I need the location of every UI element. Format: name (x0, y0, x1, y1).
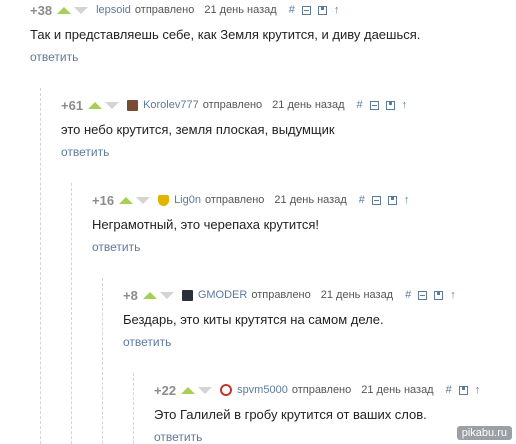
save-icon[interactable] (458, 385, 468, 395)
go-to-parent-icon[interactable]: ↑ (402, 99, 408, 111)
downvote-icon[interactable] (105, 101, 120, 109)
collapse-icon[interactable] (371, 195, 381, 205)
reply-link[interactable]: ответить (30, 50, 420, 64)
comment-text: Неграмотный, это черепаха крутится! (92, 217, 320, 232)
shield-avatar-icon[interactable] (158, 194, 170, 206)
comment-sent-label: отправлено (251, 289, 311, 301)
link-icon[interactable]: # (357, 99, 363, 111)
go-to-parent-icon[interactable]: ↑ (404, 194, 410, 206)
link-icon[interactable]: # (405, 289, 411, 301)
upvote-icon[interactable] (181, 386, 196, 394)
comment-score: +8 (123, 287, 138, 303)
comment-date[interactable]: 21 день назад (204, 4, 276, 16)
comment-date[interactable]: 21 день назад (272, 99, 344, 111)
comment-tools: # ↑ (289, 4, 340, 16)
comment-header: +61 Korolev777 отправлено 21 день назад … (61, 97, 407, 113)
link-icon[interactable]: # (359, 194, 365, 206)
collapse-icon[interactable] (369, 100, 379, 110)
comment-sent-label: отправлено (291, 384, 352, 396)
downvote-icon[interactable] (198, 386, 213, 394)
comment: +16 Lig0n отправлено 21 день назад # ↑ Н… (92, 192, 409, 255)
comment-sent-label: отправлено (202, 99, 263, 111)
go-to-parent-icon[interactable]: ↑ (475, 384, 481, 396)
downvote-icon[interactable] (159, 291, 174, 299)
save-icon[interactable] (434, 290, 444, 300)
user-avatar-icon[interactable] (181, 289, 193, 301)
comment-date[interactable]: 21 день назад (361, 384, 433, 396)
comment-date[interactable]: 21 день назад (321, 289, 393, 301)
comment-sent-label: отправлено (134, 4, 195, 16)
collapse-icon[interactable] (301, 5, 311, 15)
comment-text: Так и представляешь себе, как Земля крут… (30, 27, 421, 42)
thread-line (71, 183, 72, 444)
target-avatar-icon[interactable] (220, 384, 233, 396)
comment-text: Это Галилей в гробу крутится от ваших сл… (154, 407, 427, 422)
comment-sent-label: отправлено (204, 194, 265, 206)
user-avatar-icon[interactable] (127, 99, 139, 111)
upvote-icon[interactable] (119, 196, 134, 204)
go-to-parent-icon[interactable]: ↑ (450, 289, 456, 301)
thread-line (40, 88, 41, 444)
comment: +8 GMODER отправлено 21 день назад # ↑ Б… (123, 287, 456, 350)
save-icon[interactable] (385, 100, 395, 110)
reply-link[interactable]: ответить (61, 145, 407, 159)
comment-author[interactable]: Korolev777 (143, 99, 199, 111)
comment-score: +22 (154, 382, 177, 398)
go-to-parent-icon[interactable]: ↑ (334, 4, 340, 16)
comment-tools: # ↑ (359, 194, 410, 206)
save-icon[interactable] (387, 195, 397, 205)
comment-score: +38 (30, 2, 53, 18)
collapse-icon[interactable] (418, 290, 428, 300)
comment-header: +16 Lig0n отправлено 21 день назад # ↑ (92, 192, 409, 208)
comment-author[interactable]: spvm5000 (237, 384, 288, 396)
thread-line (102, 278, 103, 444)
comment-text: Бездарь, это киты крутятся на самом деле… (123, 312, 384, 327)
comment-score: +16 (92, 192, 115, 208)
comment-author[interactable]: lepsoid (96, 4, 131, 16)
comment-header: +38 lepsoid отправлено 21 день назад # ↑ (30, 2, 420, 18)
comment-tools: # ↑ (446, 384, 481, 396)
comment: +22 spvm5000 отправлено 21 день назад # … (154, 382, 480, 444)
upvote-icon[interactable] (57, 6, 72, 14)
upvote-icon[interactable] (142, 291, 157, 299)
comment-text: это небо крутится, земля плоская, выдумщ… (61, 122, 335, 137)
downvote-icon[interactable] (74, 6, 89, 14)
comment-score: +61 (61, 97, 84, 113)
reply-link[interactable]: ответить (92, 240, 409, 254)
downvote-icon[interactable] (136, 196, 151, 204)
upvote-icon[interactable] (88, 101, 103, 109)
comment-tools: # ↑ (405, 289, 456, 301)
comment-tools: # ↑ (357, 99, 408, 111)
comment-author[interactable]: GMODER (198, 289, 248, 301)
save-icon[interactable] (317, 5, 327, 15)
link-icon[interactable]: # (289, 4, 295, 16)
thread-line (133, 373, 134, 444)
comment: +38 lepsoid отправлено 21 день назад # ↑… (30, 2, 421, 65)
comment-author[interactable]: Lig0n (174, 194, 201, 206)
link-icon[interactable]: # (446, 384, 452, 396)
comment-header: +8 GMODER отправлено 21 день назад # ↑ (123, 287, 456, 303)
reply-link[interactable]: ответить (123, 335, 456, 349)
comment-date[interactable]: 21 день назад (274, 194, 346, 206)
reply-link[interactable]: ответить (154, 430, 480, 444)
comment: +61 Korolev777 отправлено 21 день назад … (61, 97, 407, 160)
watermark: pikabu.ru (456, 426, 512, 440)
comment-header: +22 spvm5000 отправлено 21 день назад # … (154, 382, 480, 398)
